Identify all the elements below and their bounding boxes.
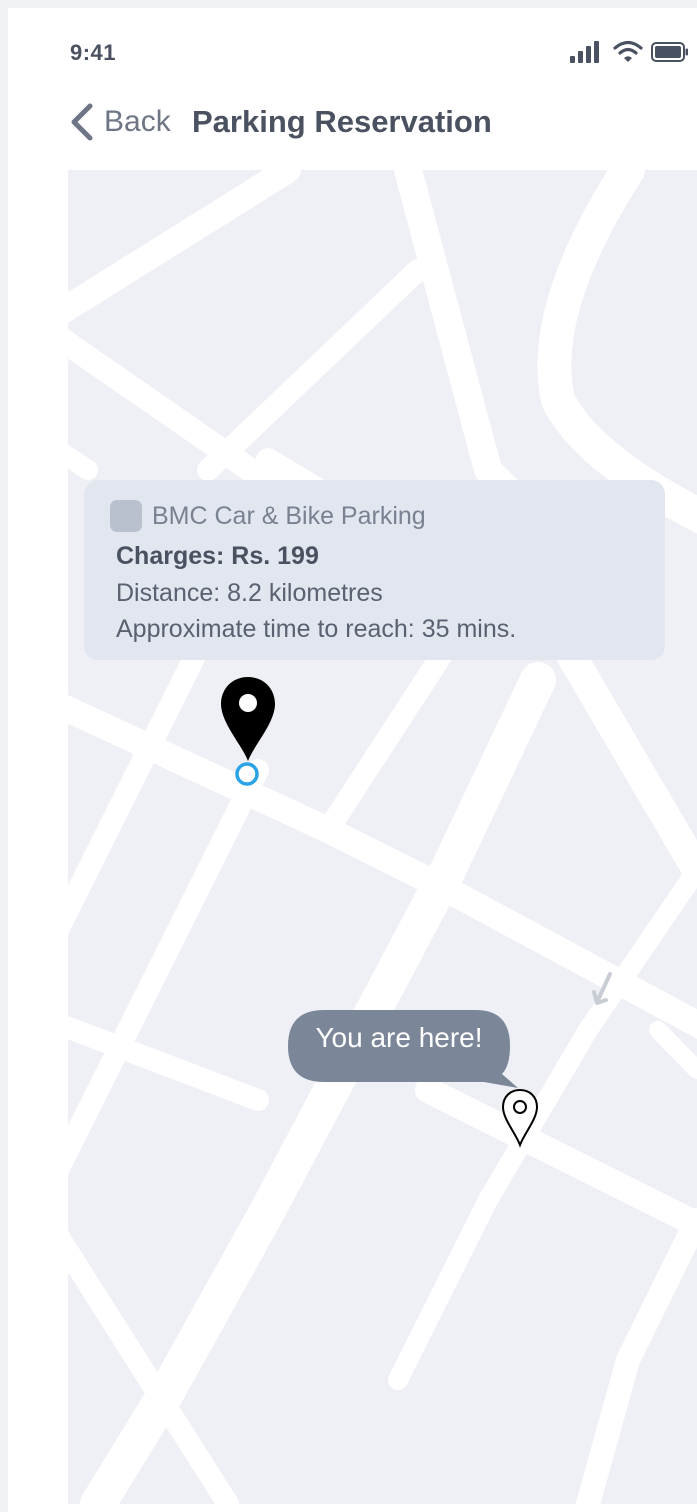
map-view[interactable]: BMC Car & Bike Parking Charges: Rs. 199 … [68,170,697,1504]
parking-icon [110,500,142,532]
parking-distance: Distance: 8.2 kilometres [116,579,383,607]
navigation-bar: Back Parking Reservation [8,96,697,156]
parking-info-card[interactable]: BMC Car & Bike Parking Charges: Rs. 199 … [84,480,665,660]
card-header: BMC Car & Bike Parking [110,498,426,534]
battery-icon [651,42,689,62]
chevron-left-icon [66,102,96,142]
app-screen: 9:41 Back Parking Reservation BMC Car & … [0,0,697,1512]
direction-arrow-icon [588,970,618,1010]
back-label: Back [104,105,171,138]
phone-frame: 9:41 Back Parking Reservation BMC Car & … [8,8,697,1512]
parking-charges: Charges: Rs. 199 [116,542,319,570]
location-circle-icon [235,762,259,786]
page-title: Parking Reservation [192,104,492,139]
wifi-icon [613,40,643,64]
status-bar: 9:41 [8,8,697,88]
parking-name: BMC Car & Bike Parking [152,501,426,530]
signal-icon [569,40,603,64]
status-time: 9:41 [70,40,117,65]
status-icons [569,40,689,66]
parking-pin-icon[interactable] [218,675,278,791]
user-location-bubble: You are here! [288,1010,520,1092]
parking-time-to-reach: Approximate time to reach: 35 mins. [116,615,517,643]
user-location-label: You are here! [315,1022,483,1053]
map-roads [68,170,697,1504]
back-button[interactable]: Back [66,100,171,144]
user-pin-icon[interactable] [500,1088,540,1148]
